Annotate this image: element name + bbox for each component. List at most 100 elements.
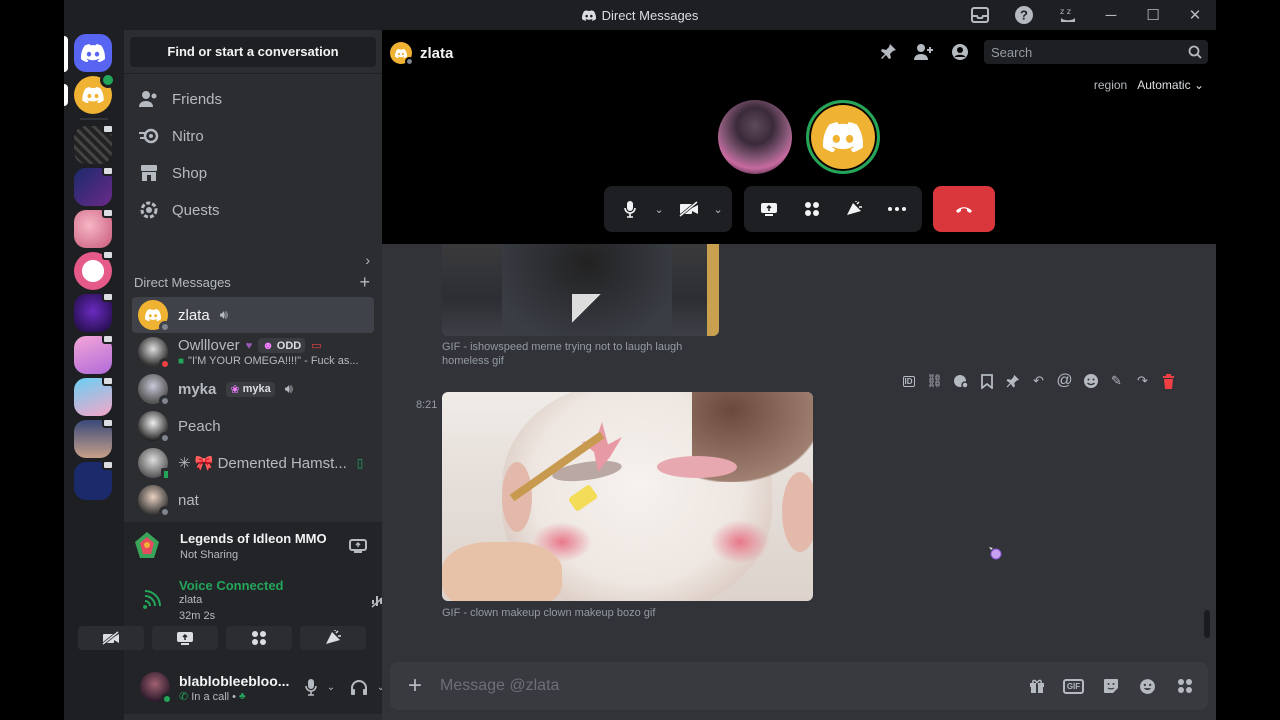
copy-id-icon[interactable]: ID xyxy=(898,371,919,392)
server-icon-3[interactable] xyxy=(74,208,114,248)
nav-friends[interactable]: Friends xyxy=(132,81,374,117)
upload-plus-icon[interactable]: + xyxy=(390,672,440,700)
mute-microphone-button[interactable] xyxy=(300,676,322,698)
create-dm-plus-icon[interactable]: + xyxy=(359,273,370,291)
dm-item-zlata[interactable]: zlata 🔊︎ xyxy=(132,297,374,333)
collapsed-section-header[interactable]: › xyxy=(134,252,370,268)
username[interactable]: blablobleebloo... xyxy=(179,673,289,689)
rail-divider xyxy=(80,118,108,120)
soundboard-icon xyxy=(847,201,863,215)
mute-button[interactable] xyxy=(612,191,647,227)
search-icon xyxy=(1188,45,1202,59)
pinned-messages-icon[interactable] xyxy=(876,40,900,64)
activities-button[interactable] xyxy=(795,191,830,227)
sleep-status-icon[interactable]: z z xyxy=(1046,0,1090,30)
dm-item-myka[interactable]: myka ❀ myka 🔊︎ xyxy=(132,371,374,407)
chevron-down-icon[interactable]: ⌄ xyxy=(712,191,724,227)
title-bar: Direct Messages ? z z ─ ☐ ✕ xyxy=(64,0,1216,30)
dm-item-demented-hamster[interactable]: ✳ 🎀 Demented Hamst... ▯ xyxy=(132,445,374,481)
chevron-down-icon[interactable]: ⌄ xyxy=(653,191,665,227)
more-options-icon[interactable] xyxy=(880,191,915,227)
chevron-down-icon: ⌄ xyxy=(1193,78,1204,92)
server-icon-6[interactable] xyxy=(74,334,114,374)
copy-link-icon[interactable]: ⛓ xyxy=(924,371,945,392)
pin-icon[interactable] xyxy=(1002,371,1023,392)
clan-tag: ❀ myka xyxy=(226,381,275,397)
server-icon-1[interactable] xyxy=(74,124,114,164)
dm-item-nat[interactable]: nat xyxy=(132,482,374,518)
close-button[interactable]: ✕ xyxy=(1174,0,1216,30)
cursor-icon xyxy=(988,546,1002,560)
avatar[interactable] xyxy=(140,672,173,705)
window-title-text: Direct Messages xyxy=(601,7,699,23)
screen-share-icon xyxy=(761,202,778,216)
delete-trash-icon[interactable] xyxy=(1158,371,1179,392)
find-conversation-button[interactable]: Find or start a conversation xyxy=(130,36,376,67)
scrollbar-thumb[interactable] xyxy=(1204,610,1210,638)
bookmark-icon[interactable] xyxy=(976,371,997,392)
camera-button[interactable] xyxy=(671,191,706,227)
home-dm-button[interactable] xyxy=(74,34,112,72)
gif-clown-makeup[interactable] xyxy=(442,392,813,601)
gif-picker-icon[interactable]: GIF xyxy=(1062,675,1085,698)
gift-icon[interactable] xyxy=(1025,675,1048,698)
phone-icon: ✆ xyxy=(179,691,189,703)
sticker-icon[interactable] xyxy=(1099,675,1122,698)
zlata-call-avatar[interactable] xyxy=(74,72,116,114)
message-action-toolbar: ID ⛓ ↶ @ ✎ ↷ xyxy=(898,368,1179,394)
participant-avatar-zlata[interactable] xyxy=(806,100,880,174)
signal-icon[interactable] xyxy=(142,589,162,609)
edit-pencil-icon[interactable]: ✎ xyxy=(1106,371,1127,392)
user-profile-icon[interactable] xyxy=(948,40,972,64)
apps-icon[interactable] xyxy=(1173,675,1196,698)
mention-icon[interactable]: @ xyxy=(1054,371,1075,392)
add-friends-to-dm-icon[interactable] xyxy=(912,40,936,64)
server-icon-4[interactable] xyxy=(74,250,114,290)
server-icon-7[interactable] xyxy=(74,376,114,416)
share-screen-button[interactable] xyxy=(152,626,218,650)
nav-nitro[interactable]: Nitro xyxy=(132,118,374,154)
reply-icon[interactable]: ↶ xyxy=(1028,371,1049,392)
soundboard-button[interactable] xyxy=(837,191,872,227)
server-icon-pr[interactable] xyxy=(74,460,114,500)
voice-status[interactable]: Voice Connected xyxy=(179,578,284,593)
minimize-button[interactable]: ─ xyxy=(1090,0,1132,30)
nav-shop[interactable]: Shop xyxy=(132,155,374,191)
region-dropdown[interactable]: Automatic ⌄ xyxy=(1137,78,1204,92)
dm-title-text: zlata xyxy=(420,44,454,62)
letterbox-right xyxy=(1216,0,1280,720)
hang-up-button[interactable] xyxy=(933,186,995,232)
reply-thread-icon[interactable] xyxy=(950,371,971,392)
avatar xyxy=(138,411,171,444)
add-reaction-icon[interactable] xyxy=(1080,371,1101,392)
participant-avatar-user[interactable] xyxy=(718,100,792,174)
deafen-button[interactable] xyxy=(346,676,372,698)
emoji-icon[interactable] xyxy=(1136,675,1159,698)
chat-messages: GIF - ishowspeed meme trying not to laug… xyxy=(382,244,1216,650)
soundboard-button[interactable] xyxy=(300,626,366,650)
activities-button[interactable] xyxy=(226,626,292,650)
chevron-down-icon[interactable]: ⌄ xyxy=(324,682,338,693)
status-dot xyxy=(159,506,171,518)
gif-ishowspeed[interactable] xyxy=(442,244,719,336)
plant-icon: ♣ xyxy=(239,691,246,702)
server-icon-8[interactable] xyxy=(74,418,114,458)
dm-item-peach[interactable]: Peach xyxy=(132,408,374,444)
server-icon-socialize[interactable] xyxy=(74,166,114,206)
avatar xyxy=(138,300,171,333)
nav-quests[interactable]: Quests xyxy=(132,192,374,228)
dm-item-owlllover[interactable]: Owlllover ♥ ☻ ODD ▭ ■ "I'M YOUR OMEGA!!!!… xyxy=(132,334,374,370)
inbox-icon[interactable] xyxy=(958,0,1002,30)
message-input[interactable]: Message @zlata xyxy=(440,677,1025,695)
custom-status: "I'M YOUR OMEGA!!!!" - Fuck as... xyxy=(188,355,359,367)
help-icon[interactable]: ? xyxy=(1002,0,1046,30)
share-screen-button[interactable] xyxy=(752,191,787,227)
share-screen-icon[interactable] xyxy=(346,536,370,556)
toggle-camera-button[interactable] xyxy=(78,626,144,650)
server-icon-5[interactable] xyxy=(74,292,114,332)
letterbox-left xyxy=(0,0,64,720)
maximize-button[interactable]: ☐ xyxy=(1132,0,1174,30)
search-input[interactable]: Search xyxy=(984,40,1208,64)
forward-icon[interactable]: ↷ xyxy=(1132,371,1153,392)
maximize-icon: ☐ xyxy=(1146,7,1160,24)
